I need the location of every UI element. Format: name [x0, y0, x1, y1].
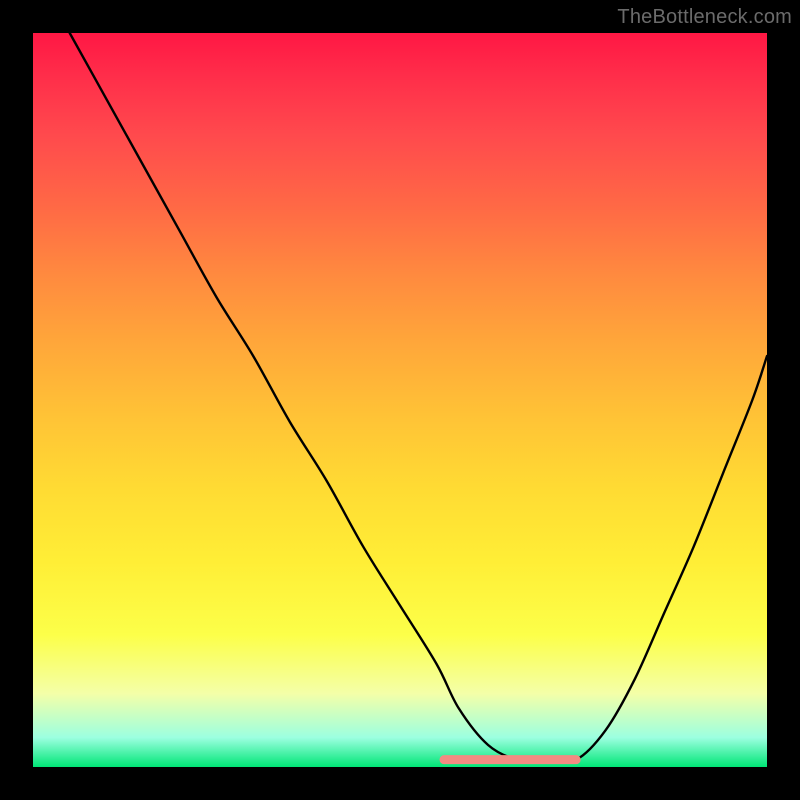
chart-frame: TheBottleneck.com: [0, 0, 800, 800]
bottleneck-curve: [33, 33, 767, 767]
watermark-text: TheBottleneck.com: [617, 6, 792, 29]
curve-line: [70, 33, 767, 762]
plot-area: [33, 33, 767, 767]
